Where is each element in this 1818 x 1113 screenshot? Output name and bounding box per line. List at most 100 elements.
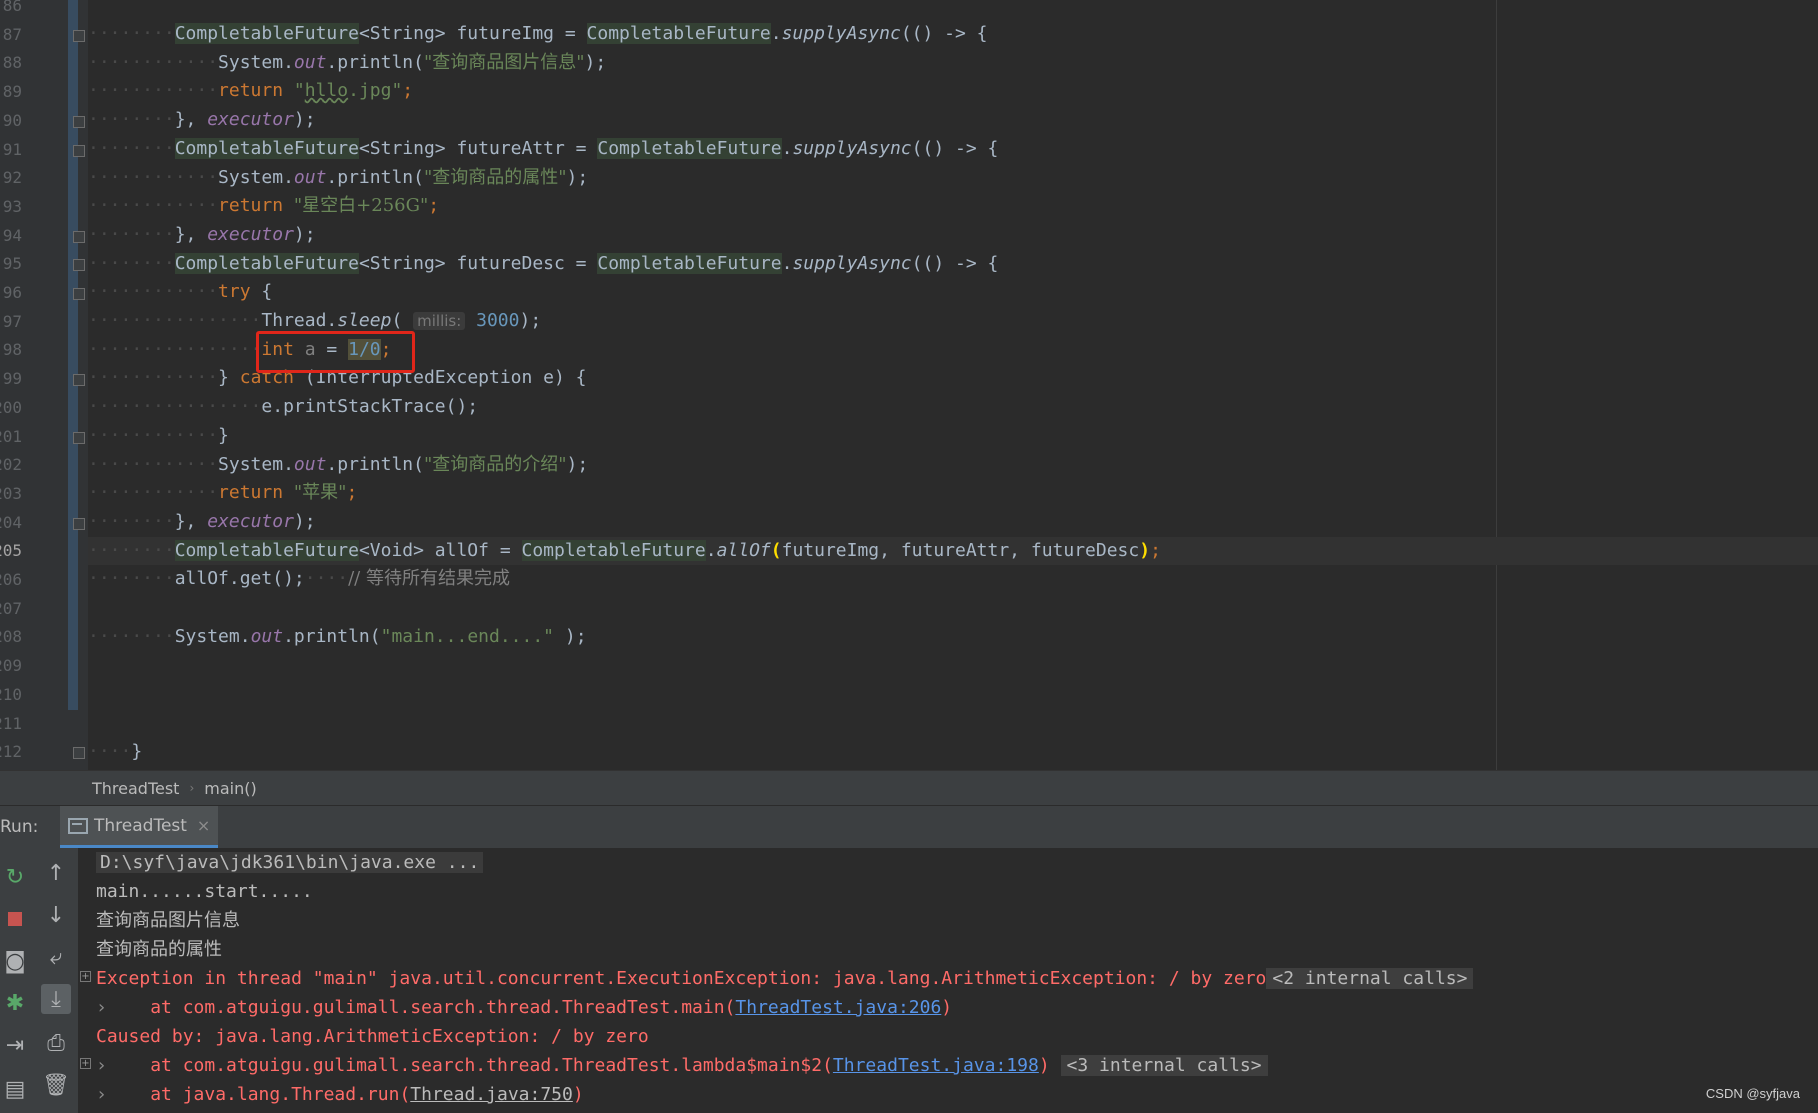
code-line-203[interactable]: ············return "苹果"; <box>88 479 357 508</box>
breadcrumb-class[interactable]: ThreadTest <box>92 779 179 798</box>
code-line-205[interactable]: ········CompletableFuture<Void> allOf = … <box>88 537 1161 566</box>
scroll-to-end-icon[interactable]: ⤓ <box>41 984 71 1014</box>
breadcrumb: ThreadTest › main() <box>0 770 1818 805</box>
chevron-right-icon[interactable]: › <box>96 997 107 1018</box>
line-number[interactable]: 86 <box>0 0 22 21</box>
line-number[interactable]: 98 <box>0 336 22 365</box>
print-icon[interactable]: ⎙ <box>41 1028 71 1058</box>
line-number[interactable]: 209 <box>0 652 22 681</box>
line-number[interactable]: 94 <box>0 222 22 251</box>
code-line-89[interactable]: ············return "hllo.jpg"; <box>88 77 413 106</box>
run-label: Run: <box>0 817 39 837</box>
fold-marker-icon[interactable] <box>73 747 85 760</box>
line-number[interactable]: 96 <box>0 279 22 308</box>
code-line-96[interactable]: ············try { <box>88 278 272 307</box>
code-line-206[interactable]: ········allOf.get();····// 等待所有结果完成 <box>88 565 510 594</box>
chevron-right-icon[interactable]: › <box>96 1055 107 1076</box>
code-line-201[interactable]: ············} <box>88 422 229 451</box>
breadcrumb-method[interactable]: main() <box>204 779 256 798</box>
fold-marker-icon[interactable] <box>73 259 85 272</box>
line-number[interactable]: 91 <box>0 136 22 165</box>
line-number[interactable]: 97 <box>0 308 22 337</box>
code-line-208[interactable]: ········System.out.println("main...end..… <box>88 623 587 652</box>
source-link[interactable]: ThreadTest.java:206 <box>735 997 941 1018</box>
code-area[interactable]: ········CompletableFuture<String> future… <box>88 0 1818 770</box>
fold-marker-icon[interactable] <box>73 517 85 530</box>
breadcrumb-separator-icon: › <box>189 781 195 795</box>
line-number[interactable]: 200 <box>0 394 22 423</box>
code-line-90[interactable]: ········}, executor); <box>88 106 316 135</box>
code-editor[interactable]: 8687888990919293949596979899200201202203… <box>0 0 1818 770</box>
stack-trace-line: › at com.atguigu.gulimall.search.thread.… <box>96 997 953 1018</box>
line-number[interactable]: 93 <box>0 193 22 222</box>
code-line-92[interactable]: ············System.out.println("查询商品的属性"… <box>88 164 588 193</box>
console-line: main......start..... <box>96 881 313 902</box>
close-icon[interactable]: × <box>197 816 210 835</box>
line-number[interactable]: 203 <box>0 480 22 509</box>
line-number[interactable]: 210 <box>0 681 22 710</box>
fold-marker-icon[interactable] <box>73 374 85 387</box>
source-link[interactable]: ThreadTest.java:198 <box>833 1055 1039 1076</box>
line-number[interactable]: 207 <box>0 595 22 624</box>
run-toolbar-secondary: ↑ ↓ ⤶ ⤓ ⎙ 🗑 <box>34 848 79 1113</box>
code-line-204[interactable]: ········}, executor); <box>88 508 316 537</box>
debug-icon[interactable]: ✱ <box>0 988 30 1018</box>
code-line-200[interactable]: ················e.printStackTrace(); <box>88 393 478 422</box>
code-line-202[interactable]: ············System.out.println("查询商品的介绍"… <box>88 451 588 480</box>
expand-icon[interactable]: + <box>80 971 91 982</box>
soft-wrap-icon[interactable]: ⤶ <box>41 942 71 972</box>
line-number[interactable]: 90 <box>0 107 22 136</box>
expand-icon[interactable]: + <box>80 1058 91 1069</box>
code-line-95[interactable]: ········CompletableFuture<String> future… <box>88 250 998 279</box>
code-line-87[interactable]: ········CompletableFuture<String> future… <box>88 20 988 49</box>
exception-line: Exception in thread "main" java.util.con… <box>96 964 1474 993</box>
console-output[interactable]: D:\syf\java\jdk361\bin\java.exe ... main… <box>78 848 1818 1113</box>
internal-calls-folded[interactable]: <2 internal calls> <box>1266 968 1474 989</box>
line-number[interactable]: 205 <box>0 537 22 566</box>
line-number[interactable]: 204 <box>0 509 22 538</box>
line-number[interactable]: 89 <box>0 78 22 107</box>
line-number[interactable]: 208 <box>0 623 22 652</box>
arrow-down-icon[interactable]: ↓ <box>41 900 71 930</box>
rerun-icon[interactable]: ↻ <box>0 862 30 892</box>
run-tab-threadtest[interactable]: ThreadTest × <box>60 806 219 848</box>
line-number[interactable]: 201 <box>0 423 22 452</box>
fold-marker-icon[interactable] <box>73 144 85 157</box>
fold-marker-icon[interactable] <box>73 288 85 300</box>
fold-marker-icon[interactable] <box>73 230 85 243</box>
line-number[interactable]: 95 <box>0 250 22 279</box>
fold-marker-icon[interactable] <box>73 431 85 444</box>
layout-icon[interactable]: ▤ <box>0 1074 30 1104</box>
line-number-gutter[interactable]: 8687888990919293949596979899200201202203… <box>0 0 89 770</box>
fold-marker-icon[interactable] <box>73 115 85 128</box>
arrow-up-icon[interactable]: ↑ <box>41 858 71 888</box>
stop-icon[interactable] <box>0 904 30 934</box>
line-number[interactable]: 99 <box>0 365 22 394</box>
code-line-88[interactable]: ············System.out.println("查询商品图片信息… <box>88 49 606 78</box>
code-line-212[interactable]: ····} <box>88 738 142 767</box>
trash-icon[interactable]: 🗑 <box>41 1070 71 1100</box>
line-number[interactable]: 206 <box>0 566 22 595</box>
code-line-91[interactable]: ········CompletableFuture<String> future… <box>88 135 998 164</box>
line-number[interactable]: 92 <box>0 164 22 193</box>
run-panel-header: Run: ThreadTest × <box>0 805 1818 848</box>
code-line-94[interactable]: ········}, executor); <box>88 221 316 250</box>
line-number[interactable]: 87 <box>0 21 22 50</box>
source-link[interactable]: Thread.java:750 <box>410 1084 573 1105</box>
line-number[interactable]: 212 <box>0 738 22 767</box>
camera-icon[interactable]: ◙ <box>0 946 30 976</box>
console-line: 查询商品的属性 <box>96 939 222 960</box>
line-number[interactable]: 211 <box>0 710 22 739</box>
console-icon <box>68 817 88 834</box>
stack-trace-line: › at com.atguigu.gulimall.search.thread.… <box>96 1051 1268 1080</box>
console-command-line: D:\syf\java\jdk361\bin\java.exe ... <box>96 848 484 877</box>
fold-marker-icon[interactable] <box>73 29 85 42</box>
vcs-change-marker <box>68 0 78 710</box>
internal-calls-folded[interactable]: <3 internal calls> <box>1060 1055 1268 1076</box>
chevron-right-icon[interactable]: › <box>96 1084 107 1105</box>
line-number[interactable]: 202 <box>0 451 22 480</box>
caused-by-line: Caused by: java.lang.ArithmeticException… <box>96 1026 649 1047</box>
code-line-93[interactable]: ············return "星空白+256G"; <box>88 192 439 221</box>
exit-icon[interactable]: ⇥ <box>0 1030 30 1060</box>
line-number[interactable]: 88 <box>0 49 22 78</box>
